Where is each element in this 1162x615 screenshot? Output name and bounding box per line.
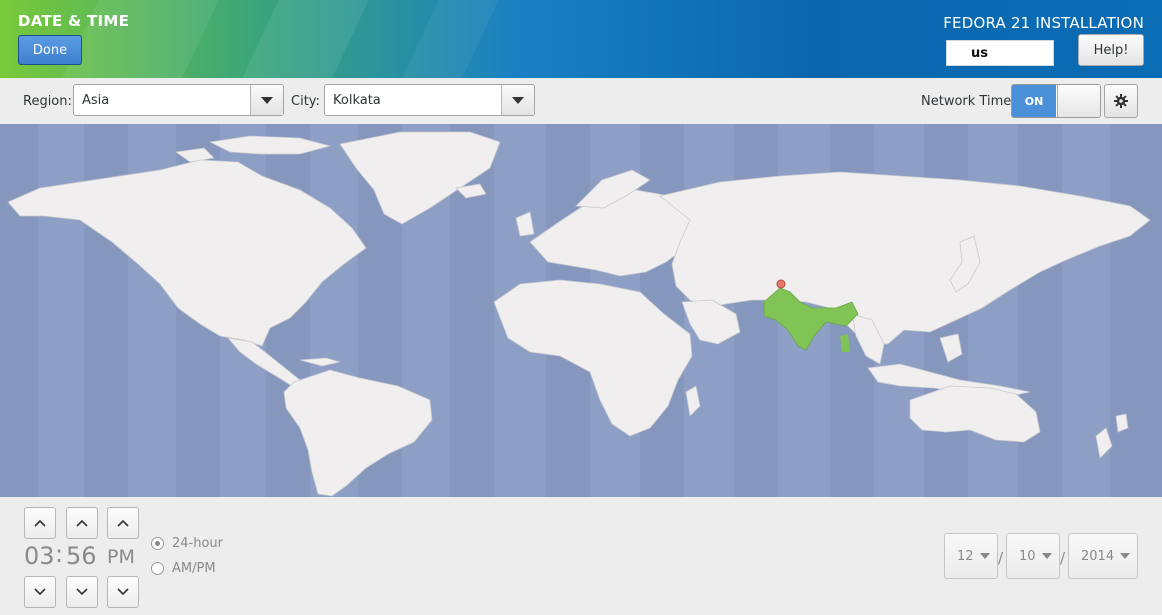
period-display: PM [107,546,135,568]
product-title: FEDORA 21 INSTALLATION [943,14,1144,32]
radio-24-hour-label: 24-hour [172,536,224,551]
done-button[interactable]: Done [18,35,82,65]
timezone-toolbar: Region: Asia City: Kolkata Network Time … [0,78,1162,124]
dropdown-arrow-icon[interactable] [250,85,283,115]
chevron-down-icon [34,588,46,596]
header-bar: DATE & TIME Done FEDORA 21 INSTALLATION … [0,0,1162,78]
region-value: Asia [82,93,110,108]
keyboard-layout-indicator[interactable]: us [946,40,1054,66]
hour-up-button[interactable] [24,507,56,539]
minutes-display: 56 [66,542,97,570]
header-decoration [392,0,508,78]
time-date-panel: 03 : 56 PM 24-hour AM/PM 12 / 10 / 2014 [0,497,1162,615]
location-pin-icon [776,279,786,289]
hour-down-button[interactable] [24,576,56,608]
day-value: 10 [1019,548,1036,564]
switch-on-label: ON [1012,85,1056,117]
minute-up-button[interactable] [66,507,98,539]
chevron-up-icon [117,519,129,527]
switch-knob[interactable] [1057,85,1100,117]
dropdown-arrow-icon [1120,553,1131,559]
city-value: Kolkata [333,93,381,108]
radio-ampm-label: AM/PM [172,561,216,576]
city-label: City: [291,94,320,109]
ntp-settings-button[interactable] [1104,84,1138,118]
network-time-switch[interactable]: ON [1011,84,1101,118]
ampm-up-button[interactable] [107,507,139,539]
date-separator: / [998,549,1004,567]
hours-display: 03 [24,542,55,570]
page-title: DATE & TIME [18,12,130,30]
year-value: 2014 [1081,548,1115,564]
time-separator: : [55,540,64,568]
ampm-down-button[interactable] [107,576,139,608]
radio-24-hour[interactable] [151,537,164,550]
network-time-label: Network Time [921,94,1012,109]
world-map[interactable] [0,124,1162,497]
dropdown-arrow-icon [979,553,990,559]
radio-ampm[interactable] [151,562,164,575]
region-label: Region: [23,94,72,109]
dropdown-arrow-icon[interactable] [501,85,534,115]
chevron-up-icon [34,519,46,527]
header-decoration [232,0,378,78]
city-combo[interactable]: Kolkata [324,84,535,116]
chevron-up-icon [76,519,88,527]
day-combo[interactable]: 10 [1006,533,1060,579]
date-separator: / [1060,549,1066,567]
gear-icon [1114,94,1128,108]
month-combo[interactable]: 12 [944,533,998,579]
year-combo[interactable]: 2014 [1068,533,1138,579]
help-button[interactable]: Help! [1078,34,1144,66]
region-combo[interactable]: Asia [73,84,284,116]
month-value: 12 [957,548,974,564]
timezone-map[interactable] [0,124,1162,497]
chevron-down-icon [117,588,129,596]
minute-down-button[interactable] [66,576,98,608]
dropdown-arrow-icon [1041,553,1052,559]
chevron-down-icon [76,588,88,596]
